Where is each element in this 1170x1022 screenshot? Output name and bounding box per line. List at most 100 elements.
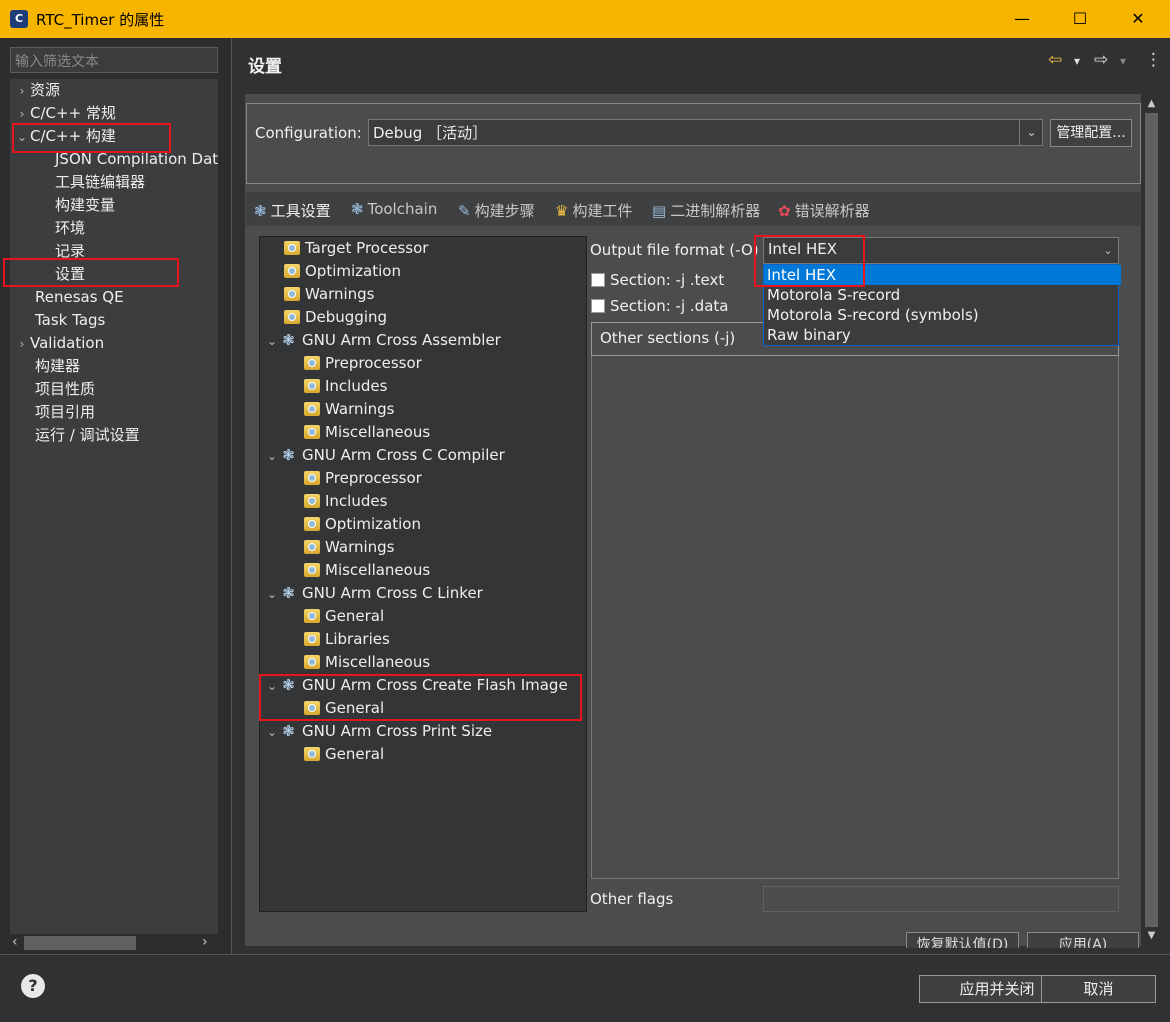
- scroll-up-icon[interactable]: ▲: [1142, 95, 1161, 113]
- gear-icon: ❃: [282, 446, 295, 464]
- configuration-label: Configuration:: [255, 124, 362, 142]
- tree-item-ld-libraries[interactable]: Libraries: [304, 628, 390, 651]
- tree-item-asm-includes[interactable]: Includes: [304, 375, 387, 398]
- tab-tool-settings[interactable]: ❃ 工具设置: [254, 200, 331, 221]
- scroll-right-icon[interactable]: ›: [202, 934, 208, 950]
- tab-toolchain[interactable]: ❃ Toolchain: [351, 200, 437, 218]
- tree-item-validation[interactable]: › Validation: [14, 332, 104, 355]
- tree-item-cc-optimization[interactable]: Optimization: [304, 513, 421, 536]
- tree-item-size-general[interactable]: General: [304, 743, 384, 766]
- maximize-button[interactable]: ☐: [1051, 0, 1109, 38]
- tree-item-optimization[interactable]: Optimization: [284, 260, 401, 283]
- tree-item-debugging[interactable]: Debugging: [284, 306, 387, 329]
- tree-item-assembler[interactable]: ⌄ ❃ GNU Arm Cross Assembler: [264, 329, 501, 352]
- section-text-label: Section: -j .text: [610, 271, 725, 289]
- page-title: 设置: [248, 57, 282, 77]
- highlight-cpp-build: [12, 123, 171, 153]
- tree-item-target-processor[interactable]: Target Processor: [284, 237, 428, 260]
- tree-item-c-compiler[interactable]: ⌄ ❃ GNU Arm Cross C Compiler: [264, 444, 505, 467]
- other-flags-input[interactable]: [763, 886, 1119, 912]
- scroll-left-icon[interactable]: ‹: [12, 934, 18, 950]
- chevron-down-icon[interactable]: ⌄: [264, 583, 280, 606]
- filter-input[interactable]: 输入筛选文本: [10, 47, 218, 73]
- tree-item-builders[interactable]: 构建器: [35, 355, 80, 378]
- tree-item-asm-misc[interactable]: Miscellaneous: [304, 421, 430, 444]
- tree-item-project-natures[interactable]: 项目性质: [35, 378, 95, 401]
- tree-item-c-linker[interactable]: ⌄ ❃ GNU Arm Cross C Linker: [264, 582, 483, 605]
- tree-item-cc-misc[interactable]: Miscellaneous: [304, 559, 430, 582]
- left-scroll-thumb[interactable]: [24, 936, 136, 950]
- dropdown-option-motorola-srecord-symbols[interactable]: Motorola S-record (symbols): [764, 305, 1121, 325]
- help-icon[interactable]: ?: [21, 974, 45, 998]
- option-folder-icon: [284, 241, 300, 255]
- tab-error-parsers[interactable]: ✿ 错误解析器: [778, 200, 870, 221]
- option-folder-icon: [304, 540, 320, 554]
- tree-item-toolchain-editor[interactable]: 工具链编辑器: [55, 171, 145, 194]
- option-folder-icon: [284, 310, 300, 324]
- back-arrow-icon[interactable]: ⇦: [1048, 50, 1062, 70]
- tool-settings-tree: Target Processor Optimization Warnings D…: [259, 236, 587, 912]
- tree-item-resources[interactable]: › 资源: [14, 79, 60, 102]
- close-button[interactable]: ✕: [1109, 0, 1167, 38]
- chevron-down-icon[interactable]: ⌄: [1019, 119, 1043, 146]
- cancel-button[interactable]: 取消: [1041, 975, 1156, 1003]
- option-folder-icon: [304, 471, 320, 485]
- minimize-button[interactable]: —: [993, 0, 1051, 38]
- tree-item-asm-preprocessor[interactable]: Preprocessor: [304, 352, 422, 375]
- tree-item-print-size[interactable]: ⌄ ❃ GNU Arm Cross Print Size: [264, 720, 492, 743]
- chevron-down-icon[interactable]: ⌄: [264, 445, 280, 468]
- window-title: RTC_Timer 的属性: [36, 11, 165, 29]
- option-folder-icon: [284, 264, 300, 278]
- chevron-down-icon[interactable]: ⌄: [1097, 237, 1119, 264]
- tree-item-ld-misc[interactable]: Miscellaneous: [304, 651, 430, 674]
- tree-item-run-debug-settings[interactable]: 运行 / 调试设置: [35, 424, 140, 447]
- tree-item-cc-warnings[interactable]: Warnings: [304, 536, 395, 559]
- dropdown-option-motorola-srecord[interactable]: Motorola S-record: [764, 285, 1121, 305]
- content-scroll-thumb[interactable]: [1145, 113, 1158, 927]
- tab-build-steps[interactable]: ✎ 构建步骤: [458, 200, 535, 221]
- tree-item-task-tags[interactable]: Task Tags: [35, 309, 105, 332]
- tree-item-build-variables[interactable]: 构建变量: [55, 194, 115, 217]
- chevron-down-icon[interactable]: ⌄: [264, 721, 280, 744]
- gear-icon: ❃: [282, 331, 295, 349]
- gear-icon: ❃: [282, 722, 295, 740]
- tree-item-warnings[interactable]: Warnings: [284, 283, 375, 306]
- option-folder-icon: [304, 494, 320, 508]
- restore-defaults-button[interactable]: 恢复默认值(D): [906, 932, 1019, 948]
- tree-item-ld-general[interactable]: General: [304, 605, 384, 628]
- other-sections-list[interactable]: [591, 356, 1119, 879]
- dropdown-option-raw-binary[interactable]: Raw binary: [764, 325, 1121, 345]
- highlight-settings: [3, 258, 179, 287]
- chevron-down-icon[interactable]: ⌄: [264, 330, 280, 353]
- tree-item-cc-preprocessor[interactable]: Preprocessor: [304, 467, 422, 490]
- tree-item-project-references[interactable]: 项目引用: [35, 401, 95, 424]
- manage-configurations-button[interactable]: 管理配置...: [1050, 119, 1132, 147]
- tree-item-environment[interactable]: 环境: [55, 217, 85, 240]
- section-text-checkbox[interactable]: [591, 273, 605, 287]
- property-tree: › 资源 › C/C++ 常规 ⌄ C/C++ 构建 JSON Compilation…: [10, 79, 218, 934]
- back-dropdown-icon[interactable]: ▾: [1074, 54, 1080, 68]
- tree-item-renesas-qe[interactable]: Renesas QE: [35, 286, 124, 309]
- forward-dropdown-icon[interactable]: ▾: [1120, 54, 1126, 68]
- option-folder-icon: [304, 425, 320, 439]
- tab-binary-parsers[interactable]: ▤ 二进制解析器: [652, 200, 760, 221]
- binary-file-icon: ▤: [652, 202, 667, 220]
- tree-item-cpp-general[interactable]: › C/C++ 常规: [14, 102, 116, 125]
- forward-arrow-icon[interactable]: ⇨: [1094, 50, 1108, 70]
- chevron-right-icon[interactable]: ›: [14, 80, 30, 103]
- chevron-right-icon[interactable]: ›: [14, 333, 30, 356]
- option-folder-icon: [304, 747, 320, 761]
- trophy-icon: ♛: [555, 202, 569, 220]
- configuration-select[interactable]: Debug ［活动］: [368, 119, 1043, 146]
- tree-item-cc-includes[interactable]: Includes: [304, 490, 387, 513]
- section-data-checkbox[interactable]: [591, 299, 605, 313]
- view-menu-icon[interactable]: ⋮: [1145, 50, 1162, 70]
- scroll-down-icon[interactable]: ▼: [1142, 927, 1161, 945]
- tree-item-asm-warnings[interactable]: Warnings: [304, 398, 395, 421]
- tab-build-artifact[interactable]: ♛ 构建工件: [555, 200, 632, 221]
- option-folder-icon: [304, 517, 320, 531]
- apply-button[interactable]: 应用(A): [1027, 932, 1139, 948]
- output-format-label: Output file format (-O): [590, 241, 759, 259]
- option-folder-icon: [304, 609, 320, 623]
- option-folder-icon: [304, 356, 320, 370]
